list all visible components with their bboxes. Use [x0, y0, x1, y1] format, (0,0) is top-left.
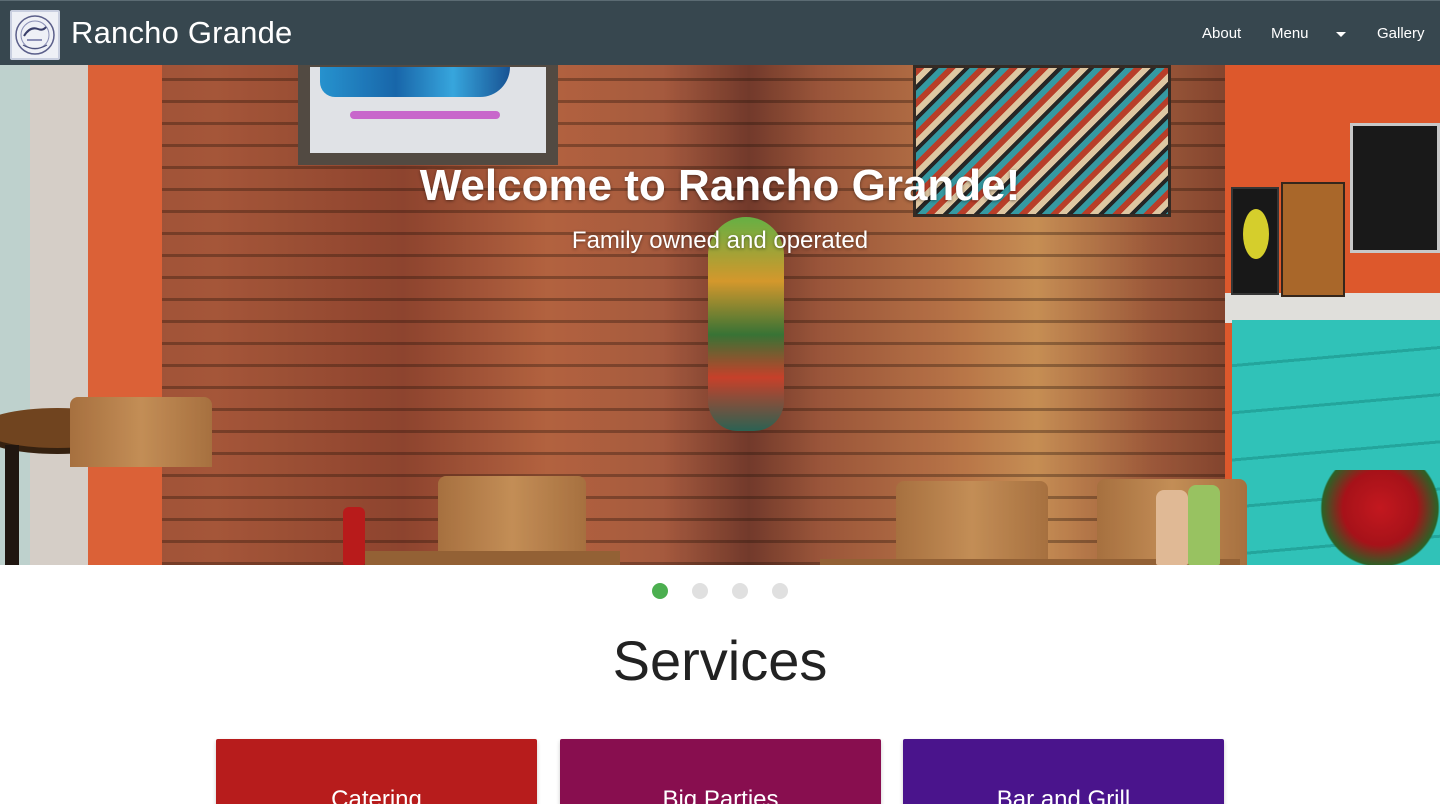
rancho-grande-logo-icon[interactable] — [10, 10, 60, 60]
service-card-big-parties[interactable]: Big Parties — [560, 739, 881, 804]
carousel-dot-1[interactable] — [652, 583, 668, 599]
nav-menu-dropdown[interactable]: Menu — [1271, 25, 1346, 42]
services-heading: Services — [612, 629, 828, 692]
carousel-dot-3[interactable] — [732, 583, 748, 599]
caret-down-icon — [1335, 31, 1346, 37]
navbar: Rancho Grande About Menu Gallery — [0, 0, 1440, 65]
hero-title: Welcome to Rancho Grande! — [419, 161, 1021, 210]
nav-menu-label: Menu — [1271, 25, 1309, 42]
service-card-label: Big Parties — [662, 786, 779, 804]
service-card-label: Bar and Grill — [996, 786, 1131, 804]
hero-carousel[interactable]: Welcome to Rancho Grande! Family owned a… — [0, 65, 1440, 565]
service-card-label: Catering — [331, 786, 422, 804]
carousel-dot-4[interactable] — [772, 583, 788, 599]
service-card-catering[interactable]: Catering — [216, 739, 537, 804]
brand-title[interactable]: Rancho Grande — [71, 15, 292, 51]
carousel-dot-2[interactable] — [692, 583, 708, 599]
nav-about-link[interactable]: About — [1202, 25, 1241, 42]
carousel-indicators — [652, 583, 788, 599]
nav-gallery-link[interactable]: Gallery — [1377, 25, 1425, 42]
service-card-bar-and-grill[interactable]: Bar and Grill — [903, 739, 1224, 804]
hero-subtitle: Family owned and operated — [571, 227, 869, 254]
